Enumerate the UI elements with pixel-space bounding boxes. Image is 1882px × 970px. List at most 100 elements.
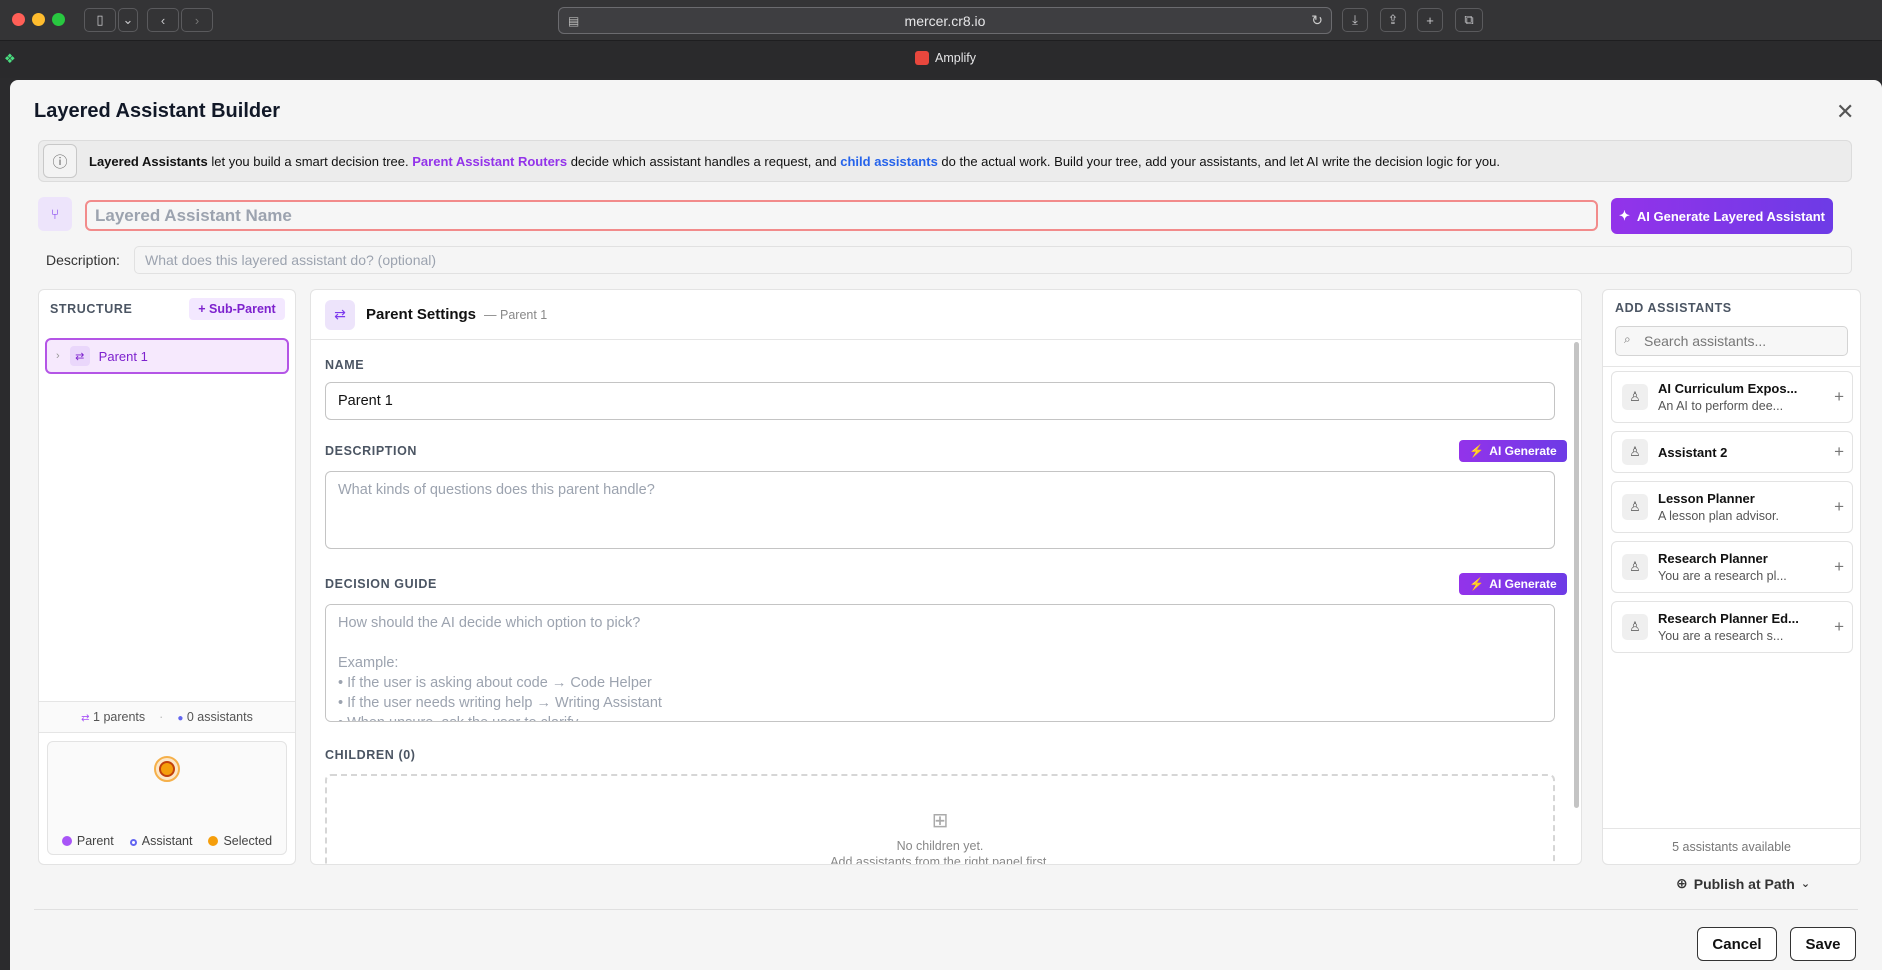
legend-selected: Selected xyxy=(208,834,272,848)
assistant-info: Research Planner Ed... You are a researc… xyxy=(1658,611,1799,643)
assistant-info: AI Curriculum Expos... An AI to perform … xyxy=(1658,381,1797,413)
structure-heading: STRUCTURE xyxy=(50,302,133,316)
robot-icon: ♙ xyxy=(1622,614,1648,640)
add-assistant-icon[interactable]: + xyxy=(1834,557,1844,577)
chevron-down-icon[interactable]: ⌄ xyxy=(118,8,138,32)
legend-label: Parent xyxy=(76,834,114,848)
assistant-item[interactable]: ♙ Lesson Planner A lesson plan advisor. … xyxy=(1611,481,1853,533)
sidebar-toggle-icon[interactable]: ▯ xyxy=(84,8,116,32)
window-minimize-button[interactable] xyxy=(32,13,45,26)
tab-title: Amplify xyxy=(935,51,976,65)
url-text: mercer.cr8.io xyxy=(904,12,986,29)
assistant-item[interactable]: ♙ AI Curriculum Expos... An AI to perfor… xyxy=(1611,371,1853,423)
reload-icon[interactable]: ↻ xyxy=(1311,12,1323,29)
parents-count-text: 1 parents xyxy=(93,710,146,724)
info-part: decide which assistant handles a request… xyxy=(567,153,841,169)
minimap-selected-node[interactable] xyxy=(154,756,180,782)
settings-header: ⇄ Parent Settings — Parent 1 xyxy=(311,290,1581,340)
info-term-parent: Parent Assistant Routers xyxy=(412,153,568,169)
router-icon: ⇄ xyxy=(325,299,355,330)
minimap-legend: Parent Assistant Selected xyxy=(48,834,286,848)
wand-icon: ⚡ xyxy=(1469,577,1485,591)
assistant-info: Lesson Planner A lesson plan advisor. xyxy=(1658,491,1779,523)
parent-description-textarea[interactable] xyxy=(325,471,1555,549)
assistant-name: AI Curriculum Expos... xyxy=(1658,381,1798,396)
tab-amplify[interactable]: Amplify xyxy=(915,51,976,65)
app-logo-icon: ❖ xyxy=(4,51,16,66)
layered-assistant-name-input[interactable] xyxy=(85,200,1598,231)
search-assistants-input[interactable] xyxy=(1615,326,1848,356)
structure-stats: ⇄ 1 parents · ● 0 assistants xyxy=(39,701,295,733)
branch-icon: ⑂ xyxy=(38,197,72,231)
publish-at-path-button[interactable]: ⊕ Publish at Path ⌄ xyxy=(1676,875,1810,892)
window-close-button[interactable] xyxy=(12,13,25,26)
add-assistant-icon[interactable]: + xyxy=(1834,617,1844,637)
ai-generate-label: AI Generate xyxy=(1489,444,1557,458)
ai-generate-decision-button[interactable]: ⚡ AI Generate xyxy=(1459,573,1567,595)
parent-settings-panel: ⇄ Parent Settings — Parent 1 NAME DESCRI… xyxy=(310,289,1582,865)
address-bar[interactable]: ▤ mercer.cr8.io ↻ xyxy=(558,7,1332,34)
assistants-count-footer: 5 assistants available xyxy=(1603,828,1860,864)
decision-guide-textarea[interactable] xyxy=(325,604,1555,722)
description-input[interactable] xyxy=(134,246,1852,274)
children-label: CHILDREN (0) xyxy=(325,748,416,762)
assistant-item[interactable]: ♙ Research Planner Ed... You are a resea… xyxy=(1611,601,1853,653)
add-assistants-panel: ADD ASSISTANTS ⌕ ♙ AI Curriculum Expos..… xyxy=(1602,289,1861,865)
ai-generate-description-button[interactable]: ⚡ AI Generate xyxy=(1459,440,1567,462)
legend-assistant: Assistant xyxy=(129,834,193,848)
info-term-child: child assistants xyxy=(840,153,938,169)
children-empty-hint: Add assistants from the right panel firs… xyxy=(830,855,1050,865)
robot-icon: ● xyxy=(177,713,184,724)
settings-scrollbar[interactable] xyxy=(1574,342,1579,808)
window-zoom-button[interactable] xyxy=(52,13,65,26)
add-assistant-icon[interactable]: + xyxy=(1834,497,1844,517)
add-assistants-heading: ADD ASSISTANTS xyxy=(1615,301,1732,315)
assistant-list: ♙ AI Curriculum Expos... An AI to perfor… xyxy=(1603,366,1860,653)
tree-minimap[interactable]: Parent Assistant Selected xyxy=(47,741,287,855)
info-part: do the actual work. Build your tree, add… xyxy=(937,153,1500,169)
chevron-down-icon: ⌄ xyxy=(1800,878,1811,890)
back-button[interactable]: ‹ xyxy=(147,8,179,32)
site-settings-icon[interactable]: ▤ xyxy=(568,14,579,28)
add-assistant-icon[interactable]: + xyxy=(1834,387,1844,407)
download-icon[interactable]: ⤓ xyxy=(1342,8,1368,32)
legend-parent: Parent xyxy=(61,834,114,848)
legend-label: Assistant xyxy=(141,834,193,848)
tree-item-parent-1[interactable]: › ⇄ Parent 1 xyxy=(45,338,289,374)
assistant-desc: A lesson plan advisor. xyxy=(1658,509,1779,523)
info-term-layered: Layered Assistants xyxy=(89,153,208,169)
add-sub-parent-button[interactable]: + Sub-Parent xyxy=(189,298,285,320)
assistants-count: ● 0 assistants xyxy=(177,710,253,724)
assistant-item[interactable]: ♙ Assistant 2 + xyxy=(1611,431,1853,473)
legend-label: Selected xyxy=(223,834,273,848)
close-icon[interactable]: ✕ xyxy=(1836,99,1854,125)
tab-bar: ❖ Amplify xyxy=(0,40,1882,78)
legend-dot xyxy=(61,836,72,846)
assistant-item[interactable]: ♙ Research Planner You are a research pl… xyxy=(1611,541,1853,593)
robot-icon: ♙ xyxy=(1622,384,1648,410)
name-label: NAME xyxy=(325,358,365,372)
assistant-info: Assistant 2 xyxy=(1658,445,1727,460)
add-assistant-icon[interactable]: + xyxy=(1834,442,1844,462)
description-field-label: DESCRIPTION xyxy=(325,444,418,458)
chevron-right-icon[interactable]: › xyxy=(56,350,60,362)
legend-dot xyxy=(129,839,137,846)
cancel-button[interactable]: Cancel xyxy=(1697,927,1777,961)
favicon-icon xyxy=(915,51,929,65)
share-icon[interactable]: ⇪ xyxy=(1380,8,1406,32)
forward-button[interactable]: › xyxy=(181,8,213,32)
tab-overview-icon[interactable]: ⧉ xyxy=(1455,8,1483,32)
globe-icon: ⊕ xyxy=(1676,875,1688,891)
browser-titlebar: ▯ ⌄ ‹ › ▤ mercer.cr8.io ↻ ⤓ ⇪ + ⧉ xyxy=(0,0,1882,40)
parent-name-input[interactable] xyxy=(325,382,1555,420)
ai-generate-layered-button[interactable]: ✦ AI Generate Layered Assistant xyxy=(1611,198,1833,234)
info-part: let you build a smart decision tree. xyxy=(207,153,413,169)
new-tab-icon[interactable]: + xyxy=(1417,8,1443,32)
save-button[interactable]: Save xyxy=(1790,927,1856,961)
info-icon: ⓘ xyxy=(43,144,77,178)
children-empty-title: No children yet. xyxy=(896,839,984,853)
stats-separator: · xyxy=(159,710,164,724)
footer-divider xyxy=(34,909,1858,910)
assistant-info: Research Planner You are a research pl..… xyxy=(1658,551,1787,583)
children-empty-state: ⊞ No children yet. Add assistants from t… xyxy=(325,774,1555,865)
